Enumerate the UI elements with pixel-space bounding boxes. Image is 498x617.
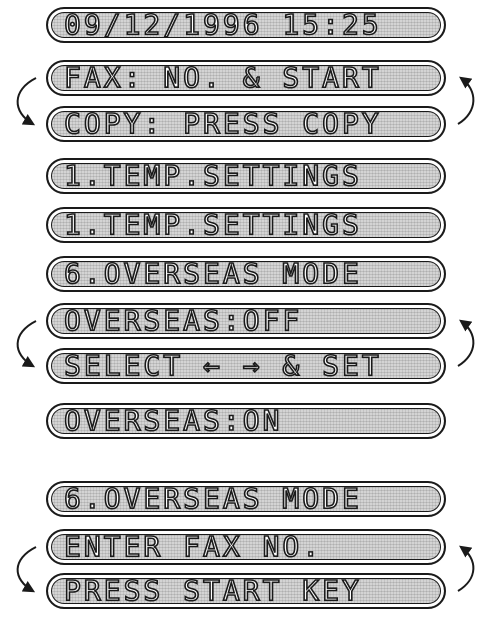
lcd-screen: OVERSEAS:OFF bbox=[46, 303, 446, 339]
lcd-screen: 6.OVERSEAS MODE bbox=[46, 256, 446, 292]
left-cycle-arrow-icon bbox=[16, 320, 37, 368]
lcd-text: FAX: NO. & START bbox=[63, 61, 382, 94]
left-cycle-arrow-icon bbox=[16, 77, 37, 126]
lcd-text: 6.OVERSEAS MODE bbox=[63, 482, 362, 515]
right-cycle-arrow-icon bbox=[457, 545, 475, 592]
lcd-screen: FAX: NO. & START bbox=[46, 60, 446, 96]
lcd-text: COPY: PRESS COPY bbox=[63, 107, 382, 140]
lcd-text: 1.TEMP.SETTINGS bbox=[63, 159, 362, 192]
lcd-text: OVERSEAS:OFF bbox=[63, 304, 303, 337]
lcd-text: OVERSEAS:ON bbox=[63, 404, 283, 437]
left-cycle-arrow-icon bbox=[16, 546, 37, 593]
lcd-text: SELECT ← → & SET bbox=[63, 349, 382, 382]
lcd-screen: 1.TEMP.SETTINGS bbox=[46, 158, 446, 194]
lcd-text: PRESS START KEY bbox=[63, 574, 362, 607]
lcd-text: 09/12/1996 15:25 bbox=[63, 8, 382, 41]
lcd-screen: OVERSEAS:ON bbox=[46, 403, 446, 439]
lcd-screen: 09/12/1996 15:25 bbox=[46, 7, 446, 43]
lcd-screen: PRESS START KEY bbox=[46, 573, 446, 609]
right-cycle-arrow-icon bbox=[457, 76, 475, 125]
lcd-screen: 1.TEMP.SETTINGS bbox=[46, 207, 446, 243]
lcd-screen: ENTER FAX NO. bbox=[46, 529, 446, 565]
lcd-diagram: 09/12/1996 15:25 FAX: NO. & START COPY: … bbox=[0, 0, 498, 617]
lcd-screen: COPY: PRESS COPY bbox=[46, 106, 446, 142]
right-cycle-arrow-icon bbox=[457, 319, 475, 367]
lcd-text: 1.TEMP.SETTINGS bbox=[63, 208, 362, 241]
lcd-text: ENTER FAX NO. bbox=[63, 530, 323, 563]
lcd-screen: SELECT ← → & SET bbox=[46, 348, 446, 384]
lcd-screen: 6.OVERSEAS MODE bbox=[46, 481, 446, 517]
lcd-text: 6.OVERSEAS MODE bbox=[63, 257, 362, 290]
